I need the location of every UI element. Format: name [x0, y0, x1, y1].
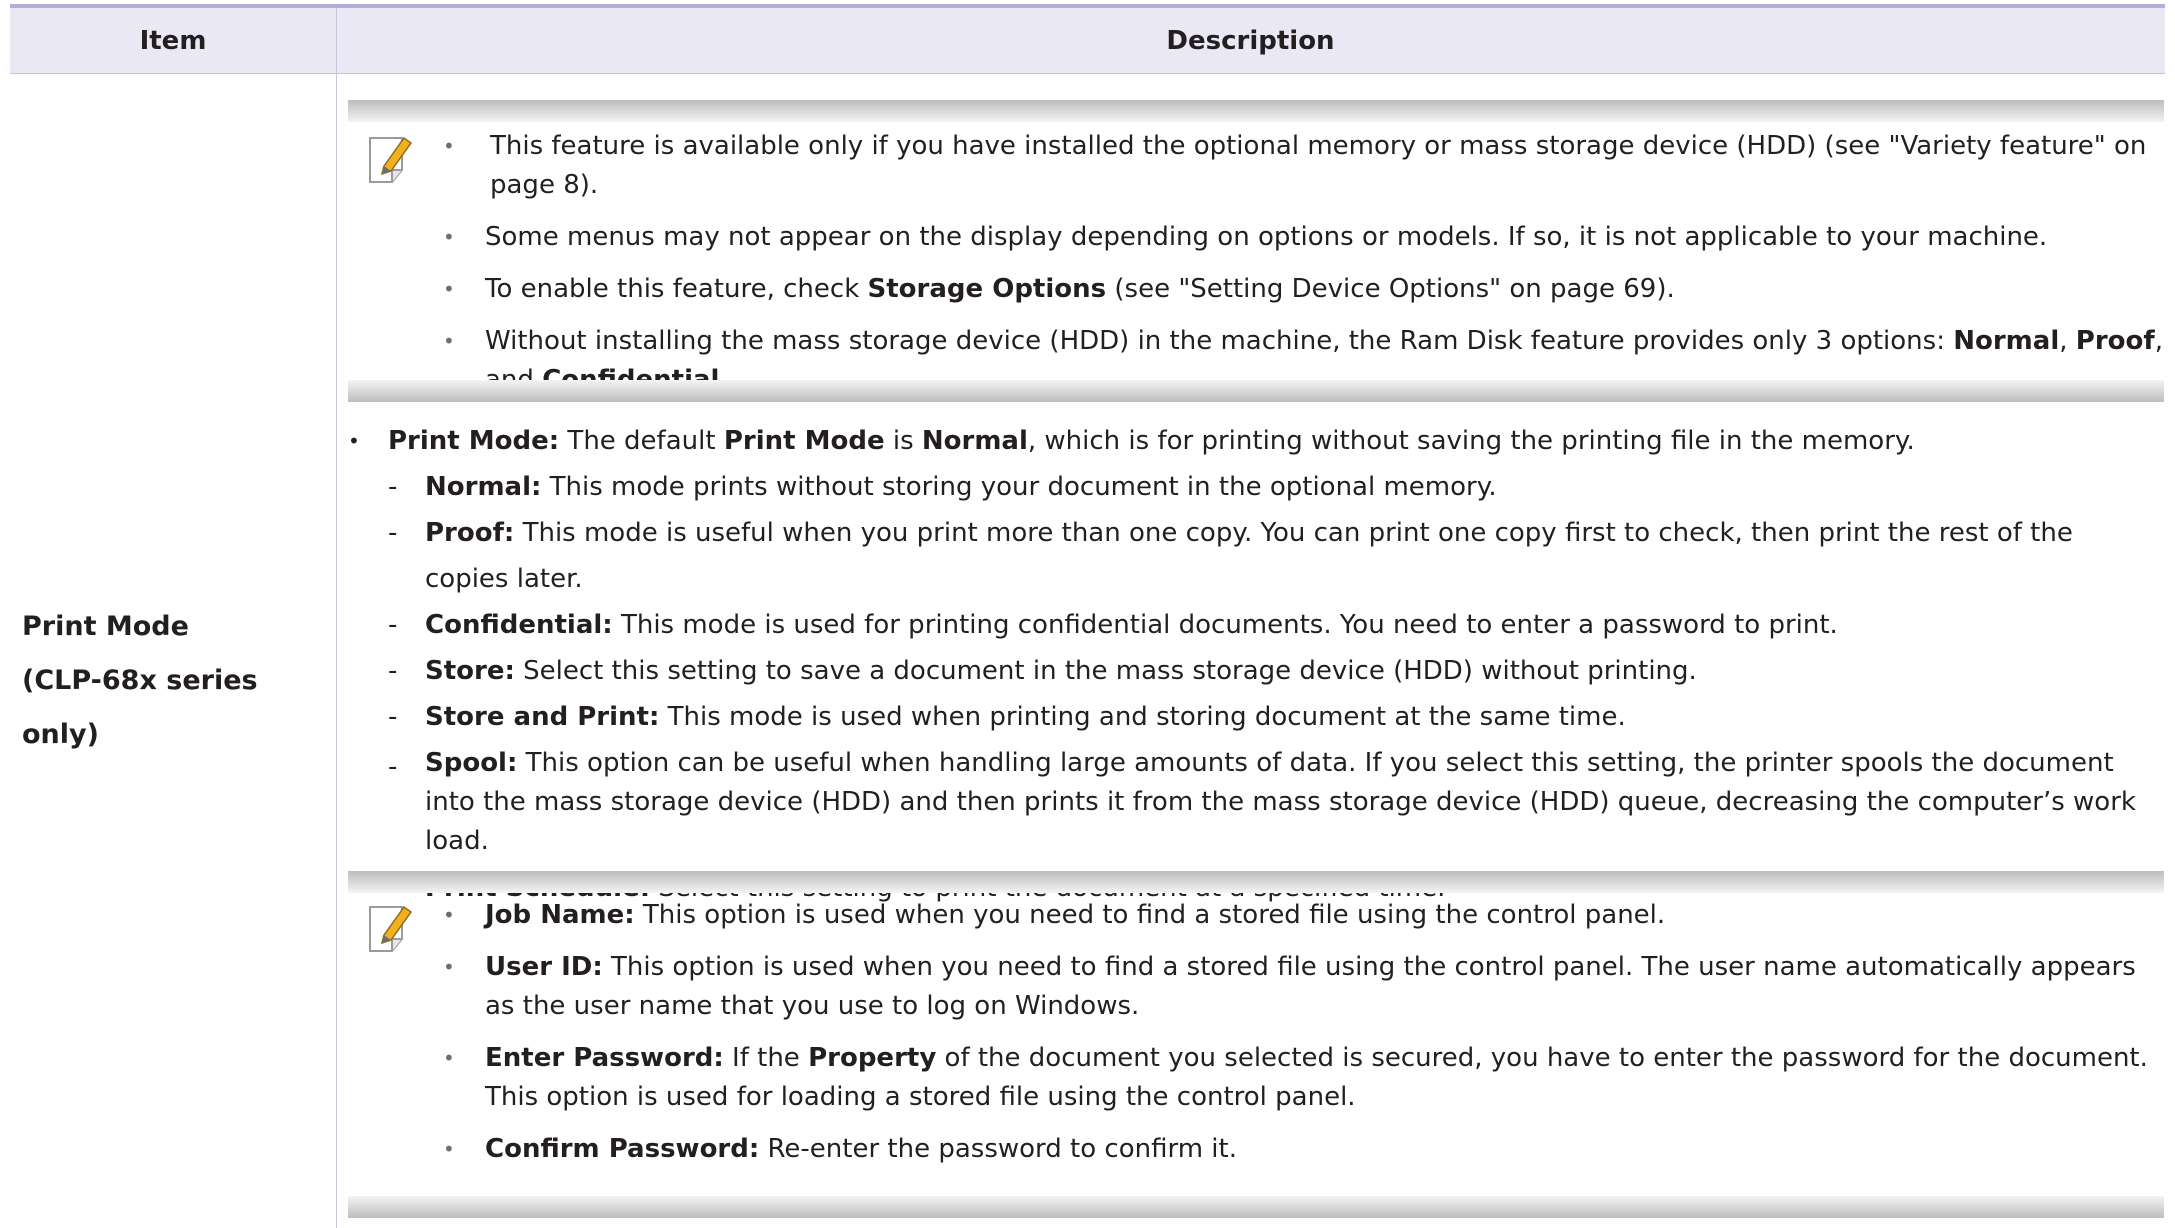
- list-item: • Confirm Password: Re-enter the password…: [443, 1134, 1237, 1164]
- print-mode-section: • Print Mode: The default Print Mode is N…: [348, 418, 2164, 911]
- note-2-list: • Job Name: This option is used when you …: [443, 896, 2164, 1169]
- note-1-list: • This feature is available only if you h…: [443, 127, 2164, 400]
- note-bottom-bar: [348, 1196, 2164, 1218]
- item-title: Print Mode: [22, 611, 189, 642]
- item-subtitle: (CLP-68x series only): [22, 665, 258, 750]
- mode-item-confidential: - Confidential: This mode is used for pri…: [388, 610, 1838, 640]
- header-item: Item: [139, 26, 207, 56]
- header-description: Description: [1166, 26, 1335, 56]
- note-box-2: • Job Name: This option is used when you …: [348, 871, 2164, 1218]
- pencil-note-icon: [369, 905, 413, 952]
- list-item: • Enter Password: If the Property of the …: [443, 1043, 2148, 1112]
- list-item: • Some menus may not appear on the displa…: [443, 222, 2048, 252]
- item-cell: Print Mode (CLP-68x series only): [22, 600, 322, 762]
- list-item: • User ID: This option is used when you n…: [443, 952, 2136, 1021]
- note-bottom-bar: [348, 380, 2164, 402]
- list-item: • This feature is available only if you h…: [443, 131, 2147, 200]
- table-header-row: Item Description: [10, 8, 2165, 74]
- print-mode-lead: • Print Mode: The default Print Mode is N…: [348, 426, 1915, 456]
- mode-item-spool: - Spool: This option can be useful when h…: [388, 748, 2136, 856]
- note-box-1: • This feature is available only if you h…: [348, 100, 2164, 402]
- column-divider: [336, 8, 337, 1228]
- note-top-bar: [348, 871, 2164, 893]
- mode-item-normal: - Normal: This mode prints without storin…: [388, 472, 1497, 502]
- mode-item-proof: - Proof: This mode is useful when you pri…: [388, 518, 2073, 594]
- list-item: • Job Name: This option is used when you …: [443, 900, 1666, 930]
- note-top-bar: [348, 100, 2164, 122]
- pencil-note-icon: [369, 136, 413, 183]
- list-item: • To enable this feature, check Storage O…: [443, 274, 1675, 304]
- mode-item-store: - Store: Select this setting to save a do…: [388, 656, 1697, 686]
- mode-item-store-and-print: - Store and Print: This mode is used when…: [388, 702, 1626, 732]
